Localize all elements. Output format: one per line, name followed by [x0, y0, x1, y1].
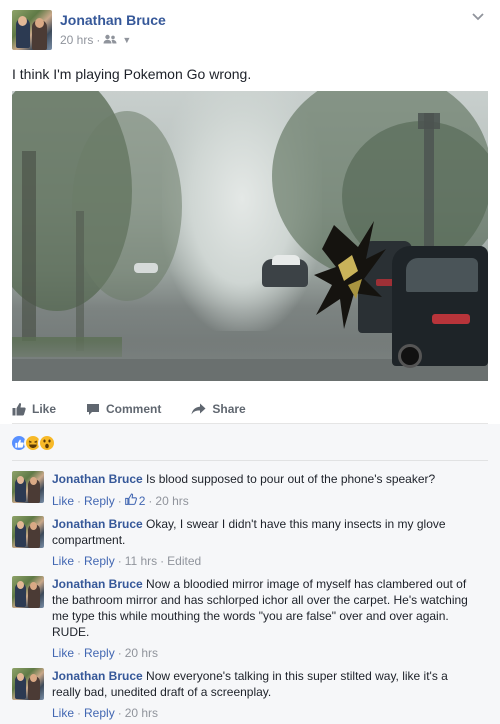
friends-audience-icon[interactable]	[103, 33, 117, 47]
audience-dropdown-icon[interactable]: ▼	[122, 35, 131, 45]
post-meta: 20 hrs · ▼	[60, 33, 131, 47]
comment-body: Jonathan Bruce Is blood supposed to pour…	[52, 471, 472, 487]
commenter-avatar[interactable]	[12, 516, 44, 548]
author-avatar[interactable]	[12, 10, 52, 50]
share-button-label: Share	[212, 402, 246, 416]
like-button-label: Like	[32, 402, 57, 416]
post-options-chevron-icon[interactable]	[472, 10, 484, 24]
comment-text: Is blood supposed to pour out of the pho…	[146, 472, 436, 486]
commenter-name[interactable]: Jonathan Bruce	[52, 472, 143, 486]
share-arrow-icon	[191, 403, 206, 415]
wow-reaction-icon	[38, 434, 56, 452]
comment-like-link[interactable]: Like	[52, 554, 74, 568]
comment-like-link[interactable]: Like	[52, 706, 74, 720]
comment-reply-link[interactable]: Reply	[84, 646, 115, 660]
comment-edited-label[interactable]: Edited	[167, 554, 201, 568]
comment-reply-link[interactable]: Reply	[84, 494, 115, 508]
post-timestamp[interactable]: 20 hrs	[60, 33, 93, 47]
comment-timestamp[interactable]: 11 hrs	[125, 554, 157, 568]
comment-timestamp[interactable]: 20 hrs	[125, 706, 158, 720]
commenter-name[interactable]: Jonathan Bruce	[52, 577, 143, 591]
like-button[interactable]: Like	[12, 402, 56, 416]
commenter-avatar[interactable]	[12, 576, 44, 608]
reaction-divider	[12, 460, 488, 461]
reaction-summary[interactable]	[10, 434, 56, 452]
comment-meta: Like · Reply · 2 · 20 hrs	[52, 493, 189, 508]
comment-timestamp[interactable]: 20 hrs	[155, 494, 188, 508]
commenter-avatar[interactable]	[12, 471, 44, 503]
post-action-bar: Like Comment Share	[12, 397, 488, 421]
commenter-avatar[interactable]	[12, 668, 44, 700]
post-author-name[interactable]: Jonathan Bruce	[60, 12, 166, 28]
comment-button-label: Comment	[106, 402, 162, 416]
thumbs-up-icon	[12, 402, 26, 416]
comment-like-link[interactable]: Like	[52, 646, 74, 660]
share-button[interactable]: Share	[191, 402, 246, 416]
commenter-name[interactable]: Jonathan Bruce	[52, 669, 143, 683]
comment-reply-link[interactable]: Reply	[84, 706, 115, 720]
speech-bubble-icon	[86, 403, 100, 416]
thumbs-up-outline-icon	[124, 493, 137, 508]
comment-timestamp[interactable]: 20 hrs	[125, 646, 158, 660]
facebook-post: Jonathan Bruce 20 hrs · ▼ I think I'm pl…	[0, 0, 500, 724]
comment-body: Jonathan Bruce Now a bloodied mirror ima…	[52, 576, 472, 640]
comment-like-link[interactable]: Like	[52, 494, 74, 508]
commenter-name[interactable]: Jonathan Bruce	[52, 517, 143, 531]
meta-separator: ·	[96, 33, 101, 47]
post-text: I think I'm playing Pokemon Go wrong.	[12, 66, 252, 82]
comment-meta: Like · Reply · 20 hrs	[52, 706, 159, 720]
comment-meta: Like · Reply · 11 hrs · Edited	[52, 554, 202, 568]
comment-like-count[interactable]: 2	[124, 493, 145, 508]
comment-body: Jonathan Bruce Now everyone's talking in…	[52, 668, 472, 700]
comment-reply-link[interactable]: Reply	[84, 554, 115, 568]
post-photo[interactable]	[12, 91, 488, 381]
comment-button[interactable]: Comment	[86, 402, 161, 416]
comment-meta: Like · Reply · 20 hrs	[52, 646, 159, 660]
comment-body: Jonathan Bruce Okay, I swear I didn't ha…	[52, 516, 472, 548]
